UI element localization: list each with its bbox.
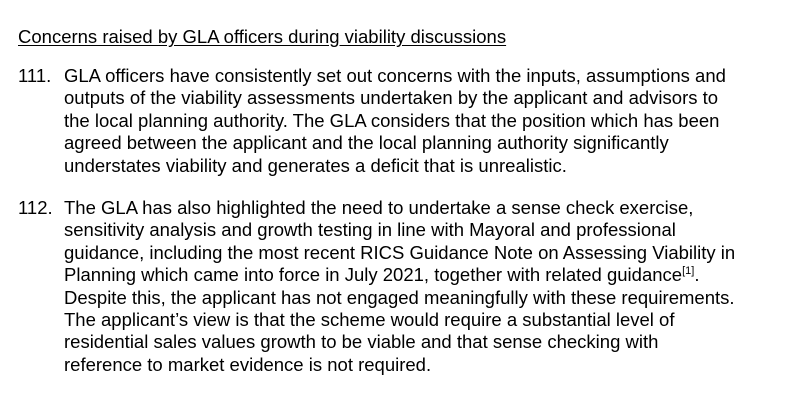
paragraph-line-text: Planning which came into force in July 2… [64,264,683,286]
paragraph-line: residential sales values growth to be vi… [64,331,659,353]
paragraph-number: 111. [18,65,52,86]
sentence-end-punctuation: . [694,264,700,286]
paragraph-line-with-footnote: Planning which came into force in July 2… [64,264,774,286]
paragraph-line: reference to market evidence is not requ… [64,353,432,375]
footnote-reference-link[interactable]: [1] [682,265,694,277]
paragraph-line: sensitivity analysis and growth testing … [64,219,676,241]
paragraph-line: The GLA has also highlighted the need to… [64,197,694,219]
section-heading: Concerns raised by GLA officers during v… [18,26,507,47]
paragraph-body: The GLA has also highlighted the need to… [64,197,774,376]
paragraph-number: 112. [18,197,53,219]
document-page: Concerns raised by GLA officers during v… [0,0,794,403]
paragraph-line: agreed between the applicant and the loc… [64,132,669,154]
paragraph-line: the local planning authority. The GLA co… [64,109,720,131]
paragraph-line: Despite this, the applicant has not enga… [64,286,735,308]
paragraph-112: 112. The GLA has also highlighted the ne… [18,197,774,376]
paragraph-body: GLA officers have consistently set out c… [64,65,774,177]
paragraph-line: outputs of the viability assessments und… [64,87,719,109]
paragraph-line: The applicant’s view is that the scheme … [64,309,675,331]
paragraph-line: guidance, including the most recent RICS… [64,241,736,263]
paragraph-111: 111. GLA officers have consistently set … [18,65,774,177]
paragraph-line: GLA officers have consistently set out c… [64,65,726,86]
paragraph-line: understates viability and generates a de… [64,154,567,176]
